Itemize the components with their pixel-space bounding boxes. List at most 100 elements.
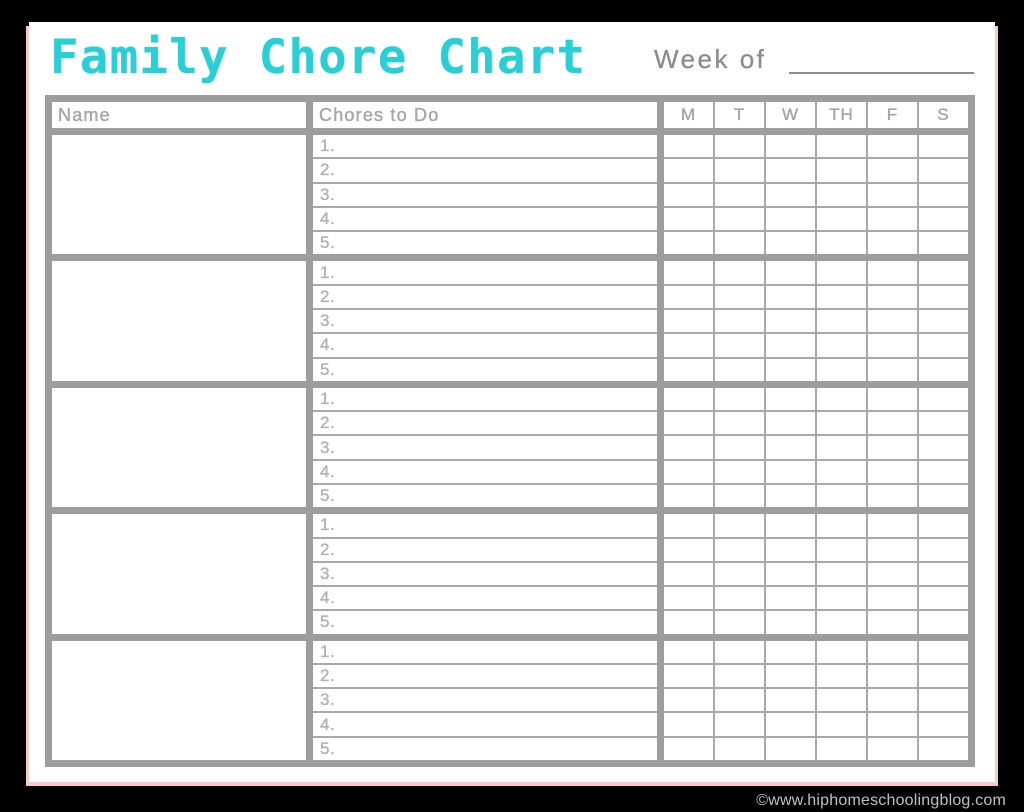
day-check-cell[interactable] <box>766 334 817 357</box>
chore-line[interactable]: 4. <box>313 587 657 612</box>
name-input-cell[interactable] <box>52 640 306 761</box>
day-check-cell[interactable] <box>919 359 968 381</box>
day-check-cell[interactable] <box>868 713 919 736</box>
day-check-cell[interactable] <box>919 135 968 157</box>
name-input-cell[interactable] <box>52 514 306 634</box>
day-check-cell[interactable] <box>868 358 919 381</box>
day-check-cell[interactable] <box>817 436 868 459</box>
day-check-cell[interactable] <box>817 611 868 634</box>
day-check-cell[interactable] <box>817 334 868 357</box>
day-check-cell[interactable] <box>817 358 868 381</box>
chore-line[interactable]: 4. <box>313 461 657 485</box>
day-check-cell[interactable] <box>715 514 766 537</box>
day-check-cell[interactable] <box>919 310 968 332</box>
day-check-cell[interactable] <box>817 261 868 284</box>
day-check-cell[interactable] <box>919 208 968 230</box>
day-check-cell[interactable] <box>868 689 919 712</box>
day-check-cell[interactable] <box>766 358 817 381</box>
day-check-cell[interactable] <box>766 737 817 761</box>
day-check-cell[interactable] <box>919 232 968 254</box>
day-check-cell[interactable] <box>868 159 919 182</box>
day-check-cell[interactable] <box>868 562 919 586</box>
day-check-cell[interactable] <box>919 286 968 308</box>
day-check-cell[interactable] <box>919 514 968 536</box>
day-check-cell[interactable] <box>868 587 919 610</box>
day-check-cell[interactable] <box>868 436 919 459</box>
day-check-cell[interactable] <box>715 232 766 255</box>
day-check-cell[interactable] <box>664 232 715 255</box>
day-check-cell[interactable] <box>766 460 817 483</box>
day-check-cell[interactable] <box>664 640 715 663</box>
day-check-cell[interactable] <box>664 689 715 712</box>
day-check-cell[interactable] <box>868 309 919 333</box>
day-check-cell[interactable] <box>766 664 817 688</box>
name-input-cell[interactable] <box>52 135 306 255</box>
day-check-cell[interactable] <box>817 387 868 411</box>
chore-line[interactable]: 3. <box>313 689 657 714</box>
chore-line[interactable]: 3. <box>313 310 657 335</box>
day-check-cell[interactable] <box>715 412 766 435</box>
day-check-cell[interactable] <box>868 514 919 537</box>
day-check-cell[interactable] <box>919 563 968 585</box>
day-check-cell[interactable] <box>919 738 968 760</box>
day-check-cell[interactable] <box>868 285 919 308</box>
chore-line[interactable]: 1. <box>313 641 657 665</box>
day-check-cell[interactable] <box>664 207 715 231</box>
day-check-cell[interactable] <box>817 460 868 483</box>
day-check-cell[interactable] <box>664 514 715 537</box>
day-check-cell[interactable] <box>919 641 968 663</box>
day-check-cell[interactable] <box>715 689 766 712</box>
day-check-cell[interactable] <box>664 587 715 610</box>
day-check-cell[interactable] <box>715 640 766 663</box>
chore-line[interactable]: 2. <box>313 665 657 690</box>
day-check-cell[interactable] <box>715 664 766 688</box>
day-check-cell[interactable] <box>715 334 766 357</box>
day-check-cell[interactable] <box>766 587 817 610</box>
day-check-cell[interactable] <box>715 183 766 206</box>
day-check-cell[interactable] <box>868 183 919 206</box>
chore-line[interactable]: 3. <box>313 184 657 208</box>
day-check-cell[interactable] <box>868 484 919 508</box>
day-check-cell[interactable] <box>766 538 817 561</box>
day-check-cell[interactable] <box>868 387 919 411</box>
day-check-cell[interactable] <box>817 664 868 688</box>
day-check-cell[interactable] <box>919 665 968 687</box>
day-check-cell[interactable] <box>868 412 919 435</box>
day-check-cell[interactable] <box>817 159 868 182</box>
day-check-cell[interactable] <box>919 611 968 633</box>
day-check-cell[interactable] <box>919 485 968 507</box>
day-check-cell[interactable] <box>715 159 766 182</box>
chore-line[interactable]: 5. <box>313 485 657 507</box>
day-check-cell[interactable] <box>664 484 715 508</box>
day-check-cell[interactable] <box>715 436 766 459</box>
chore-line[interactable]: 5. <box>313 359 657 381</box>
day-check-cell[interactable] <box>766 562 817 586</box>
day-check-cell[interactable] <box>817 514 868 537</box>
day-check-cell[interactable] <box>766 514 817 537</box>
day-check-cell[interactable] <box>868 135 919 158</box>
day-check-cell[interactable] <box>715 309 766 333</box>
day-check-cell[interactable] <box>664 737 715 761</box>
day-check-cell[interactable] <box>817 285 868 308</box>
day-check-cell[interactable] <box>715 261 766 284</box>
day-check-cell[interactable] <box>664 159 715 182</box>
day-check-cell[interactable] <box>664 135 715 158</box>
chore-line[interactable]: 2. <box>313 412 657 437</box>
day-check-cell[interactable] <box>817 309 868 333</box>
day-check-cell[interactable] <box>919 334 968 356</box>
day-check-cell[interactable] <box>715 135 766 158</box>
day-check-cell[interactable] <box>868 538 919 561</box>
day-check-cell[interactable] <box>715 713 766 736</box>
name-input-cell[interactable] <box>52 261 306 381</box>
day-check-cell[interactable] <box>715 358 766 381</box>
day-check-cell[interactable] <box>868 334 919 357</box>
day-check-cell[interactable] <box>919 587 968 609</box>
day-check-cell[interactable] <box>766 285 817 308</box>
day-check-cell[interactable] <box>919 689 968 711</box>
day-check-cell[interactable] <box>868 460 919 483</box>
day-check-cell[interactable] <box>919 436 968 458</box>
day-check-cell[interactable] <box>664 611 715 634</box>
day-check-cell[interactable] <box>664 334 715 357</box>
day-check-cell[interactable] <box>817 689 868 712</box>
day-check-cell[interactable] <box>715 207 766 231</box>
